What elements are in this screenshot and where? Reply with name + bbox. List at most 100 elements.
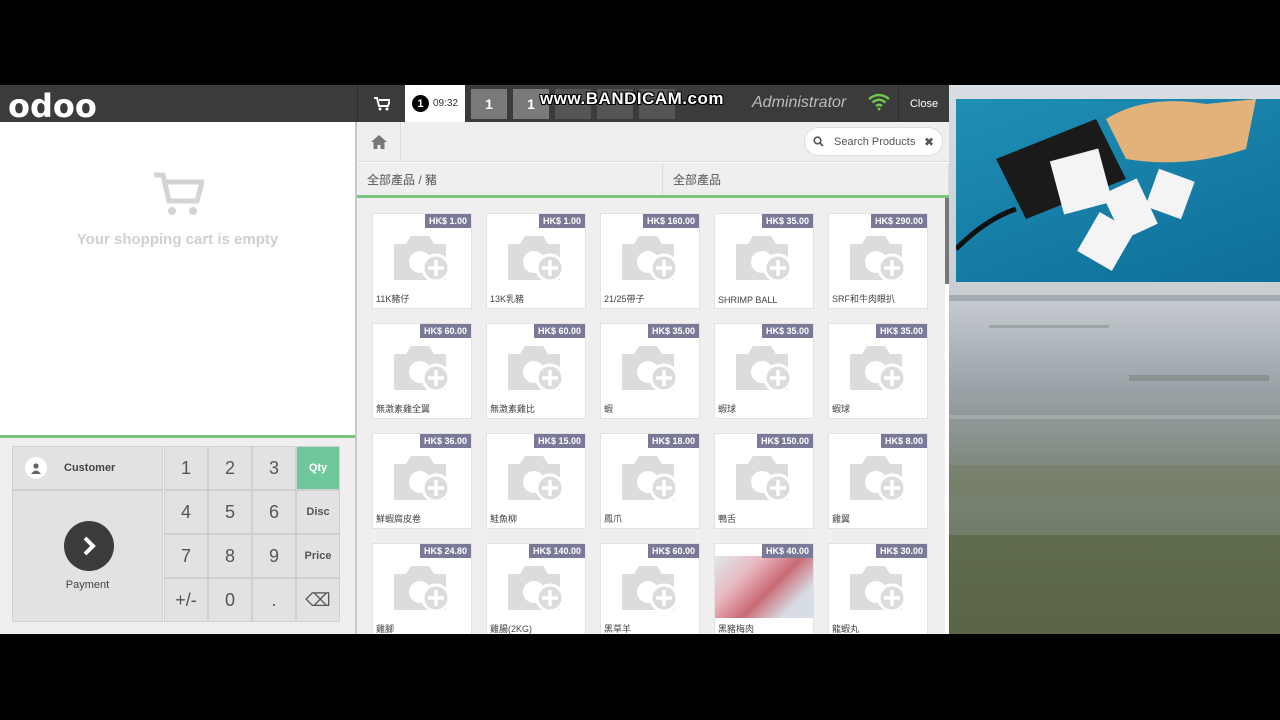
order-tab[interactable]: 1: [471, 89, 507, 119]
camera-plus-icon: [618, 340, 682, 401]
price-tag: HK$ 15.00: [533, 434, 585, 448]
price-tag: HK$ 35.00: [761, 214, 813, 228]
product-card[interactable]: HK$ 15.00 鮭魚柳: [486, 433, 586, 529]
product-card[interactable]: HK$ 8.00 雞翼: [828, 433, 928, 529]
product-name: 蝦球: [832, 404, 851, 414]
product-card[interactable]: HK$ 60.00 無激素雞全翼: [372, 323, 472, 419]
price-tag: HK$ 290.00: [870, 214, 927, 228]
camera-plus-icon: [618, 560, 682, 621]
numpad-decimal[interactable]: .: [252, 578, 296, 622]
payment-label: Payment: [65, 579, 110, 591]
clear-search-icon[interactable]: ✖: [924, 135, 934, 149]
numpad-key-2[interactable]: 2: [208, 446, 252, 490]
camera-plus-icon: [504, 560, 568, 621]
username: Administrator: [752, 94, 847, 111]
bandicam-watermark: www.BANDICAM.com: [540, 89, 724, 108]
price-tag: HK$ 36.00: [419, 434, 471, 448]
product-card[interactable]: HK$ 35.00 蝦: [600, 323, 700, 419]
product-card[interactable]: HK$ 35.00 蝦球: [828, 323, 928, 419]
home-icon[interactable]: [357, 122, 401, 162]
price-tag: HK$ 35.00: [647, 324, 699, 338]
camera-plus-icon: [732, 450, 796, 511]
search-box[interactable]: Search Products ✖: [804, 127, 943, 156]
numpad-key-3[interactable]: 3: [252, 446, 296, 490]
product-card[interactable]: HK$ 290.00 SRF和牛肉眼扒: [828, 213, 928, 309]
product-card[interactable]: HK$ 160.00 21/25帶子: [600, 213, 700, 309]
camera-plus-icon: [732, 230, 796, 291]
numpad-key-4[interactable]: 4: [164, 490, 208, 534]
new-order-cart-icon[interactable]: [357, 85, 405, 122]
product-card[interactable]: HK$ 150.00 鴨舌: [714, 433, 814, 529]
discount-mode-button[interactable]: Disc: [296, 490, 340, 534]
price-mode-button[interactable]: Price: [296, 534, 340, 578]
category-bar: 全部產品 / 豬 全部產品: [357, 163, 949, 198]
price-tag: HK$ 1.00: [538, 214, 585, 228]
product-name: 無激素雞比: [490, 404, 536, 414]
product-name: 無激素雞全翼: [376, 404, 431, 414]
action-pad: Customer Payment 1 2 3 Qty 4 5 6 Disc 7 …: [0, 435, 355, 634]
price-tag: HK$ 60.00: [647, 544, 699, 558]
numpad-key-8[interactable]: 8: [208, 534, 252, 578]
numpad-plus-minus[interactable]: +/-: [164, 578, 208, 622]
product-name: 21/25帶子: [604, 294, 645, 304]
category-all-products[interactable]: 全部產品: [663, 163, 949, 195]
product-card[interactable]: HK$ 60.00 黑草羊: [600, 543, 700, 634]
camera-plus-icon: [390, 560, 454, 621]
price-tag: HK$ 60.00: [419, 324, 471, 338]
product-name: 雞翼: [832, 514, 851, 524]
qty-mode-button[interactable]: Qty: [296, 446, 340, 490]
product-name: 鴨舌: [718, 514, 737, 524]
product-list: HK$ 1.00 11K豬仔 HK$ 1.00 13K乳豬 HK$ 160.00 21/2…: [357, 198, 945, 634]
product-card[interactable]: HK$ 40.00 黑豬梅肉: [714, 543, 814, 634]
camera-plus-icon: [390, 450, 454, 511]
price-tag: HK$ 35.00: [875, 324, 927, 338]
camera-plus-icon: [390, 230, 454, 291]
product-card[interactable]: HK$ 1.00 11K豬仔: [372, 213, 472, 309]
product-card[interactable]: HK$ 60.00 無激素雞比: [486, 323, 586, 419]
product-card[interactable]: HK$ 18.00 鳳爪: [600, 433, 700, 529]
product-card[interactable]: HK$ 24.80 雞腳: [372, 543, 472, 634]
price-tag: HK$ 140.00: [528, 544, 585, 558]
price-tag: HK$ 1.00: [424, 214, 471, 228]
product-screen: Search Products ✖ 全部產品 / 豬 全部產品 HK$ 1.00…: [355, 122, 949, 634]
pos-screen: odoo 1 09:32 1 1 www.BANDICAM.com Admini…: [0, 85, 1280, 634]
camera-plus-icon: [846, 560, 910, 621]
camera-plus-icon: [504, 340, 568, 401]
backspace-icon[interactable]: ⌫: [296, 578, 340, 622]
camera-plus-icon: [504, 450, 568, 511]
numpad-key-0[interactable]: 0: [208, 578, 252, 622]
product-card[interactable]: HK$ 140.00 雞腸(2KG): [486, 543, 586, 634]
search-input[interactable]: Search Products: [834, 136, 924, 148]
close-button[interactable]: Close: [898, 85, 949, 122]
numpad: 1 2 3 Qty 4 5 6 Disc 7 8 9 Price +/- 0 .…: [164, 446, 340, 622]
order-number-badge: 1: [411, 95, 429, 112]
product-name: 鳳爪: [604, 514, 623, 524]
product-card[interactable]: HK$ 35.00 SHRIMP BALL: [714, 213, 814, 309]
product-card[interactable]: HK$ 35.00 蝦球: [714, 323, 814, 419]
numpad-key-7[interactable]: 7: [164, 534, 208, 578]
product-card[interactable]: HK$ 30.00 龍蝦丸: [828, 543, 928, 634]
product-name: SRF和牛肉眼扒: [832, 294, 896, 304]
numpad-key-6[interactable]: 6: [252, 490, 296, 534]
price-tag: HK$ 150.00: [756, 434, 813, 448]
payment-button[interactable]: Payment: [12, 490, 163, 622]
search-icon: [813, 136, 824, 147]
product-card[interactable]: HK$ 36.00 鮮蝦腐皮卷: [372, 433, 472, 529]
numpad-key-9[interactable]: 9: [252, 534, 296, 578]
camera-plus-icon: [846, 450, 910, 511]
active-order-tab[interactable]: 1 09:32: [405, 85, 465, 122]
numpad-key-1[interactable]: 1: [164, 446, 208, 490]
product-card[interactable]: HK$ 1.00 13K乳豬: [486, 213, 586, 309]
price-tag: HK$ 24.80: [419, 544, 471, 558]
price-tag: HK$ 40.00: [761, 544, 813, 558]
numpad-key-5[interactable]: 5: [208, 490, 252, 534]
price-tag: HK$ 160.00: [642, 214, 699, 228]
customer-button[interactable]: Customer: [12, 446, 163, 490]
breadcrumb[interactable]: 全部產品 / 豬: [357, 163, 663, 195]
product-header: Search Products ✖: [357, 122, 949, 162]
webcam-image: [956, 99, 1256, 271]
product-name: 13K乳豬: [490, 294, 525, 304]
product-name: 雞腳: [376, 624, 395, 634]
chevron-right-icon: [64, 521, 114, 571]
product-name: 鮭魚柳: [490, 514, 518, 524]
